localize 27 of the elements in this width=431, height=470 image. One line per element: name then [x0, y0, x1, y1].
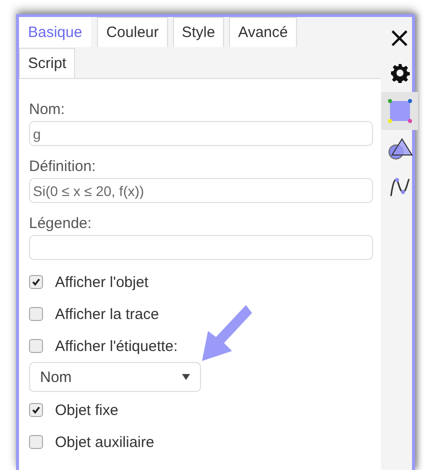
checkbox-label: Afficher la trace	[55, 306, 159, 322]
arrow-icon	[202, 305, 252, 361]
check-icon	[31, 277, 41, 287]
tab[interactable]: Couleur	[97, 17, 168, 47]
checkbox-label: Objet auxiliaire	[55, 434, 154, 450]
field-label: Nom:	[29, 101, 66, 118]
tab[interactable]: Script	[19, 48, 76, 78]
checkbox[interactable]	[29, 275, 43, 289]
checkbox[interactable]	[29, 307, 43, 321]
input-field[interactable]: Si(0 ≤ x ≤ 20, f(x))	[29, 178, 373, 203]
field-label: Légende:	[29, 215, 93, 232]
caret-icon	[182, 374, 190, 380]
tab[interactable]: Style	[172, 17, 224, 47]
tab[interactable]: Basique	[19, 17, 92, 47]
input-field[interactable]: g	[29, 121, 373, 146]
check-icon	[31, 405, 41, 415]
close-button[interactable]: ×	[381, 20, 418, 54]
checkbox[interactable]	[29, 403, 43, 417]
input-field[interactable]	[29, 235, 373, 260]
checkbox-label: Afficher l'objet	[55, 274, 148, 290]
tab[interactable]: Avancé	[229, 17, 297, 47]
field-label: Définition:	[29, 158, 97, 175]
checkbox-label: Afficher l'étiquette:	[55, 338, 178, 354]
checkbox-label: Objet fixe	[55, 402, 118, 418]
dropdown[interactable]: Nom	[29, 362, 201, 392]
checkbox[interactable]	[29, 339, 43, 353]
checkbox[interactable]	[29, 435, 43, 449]
